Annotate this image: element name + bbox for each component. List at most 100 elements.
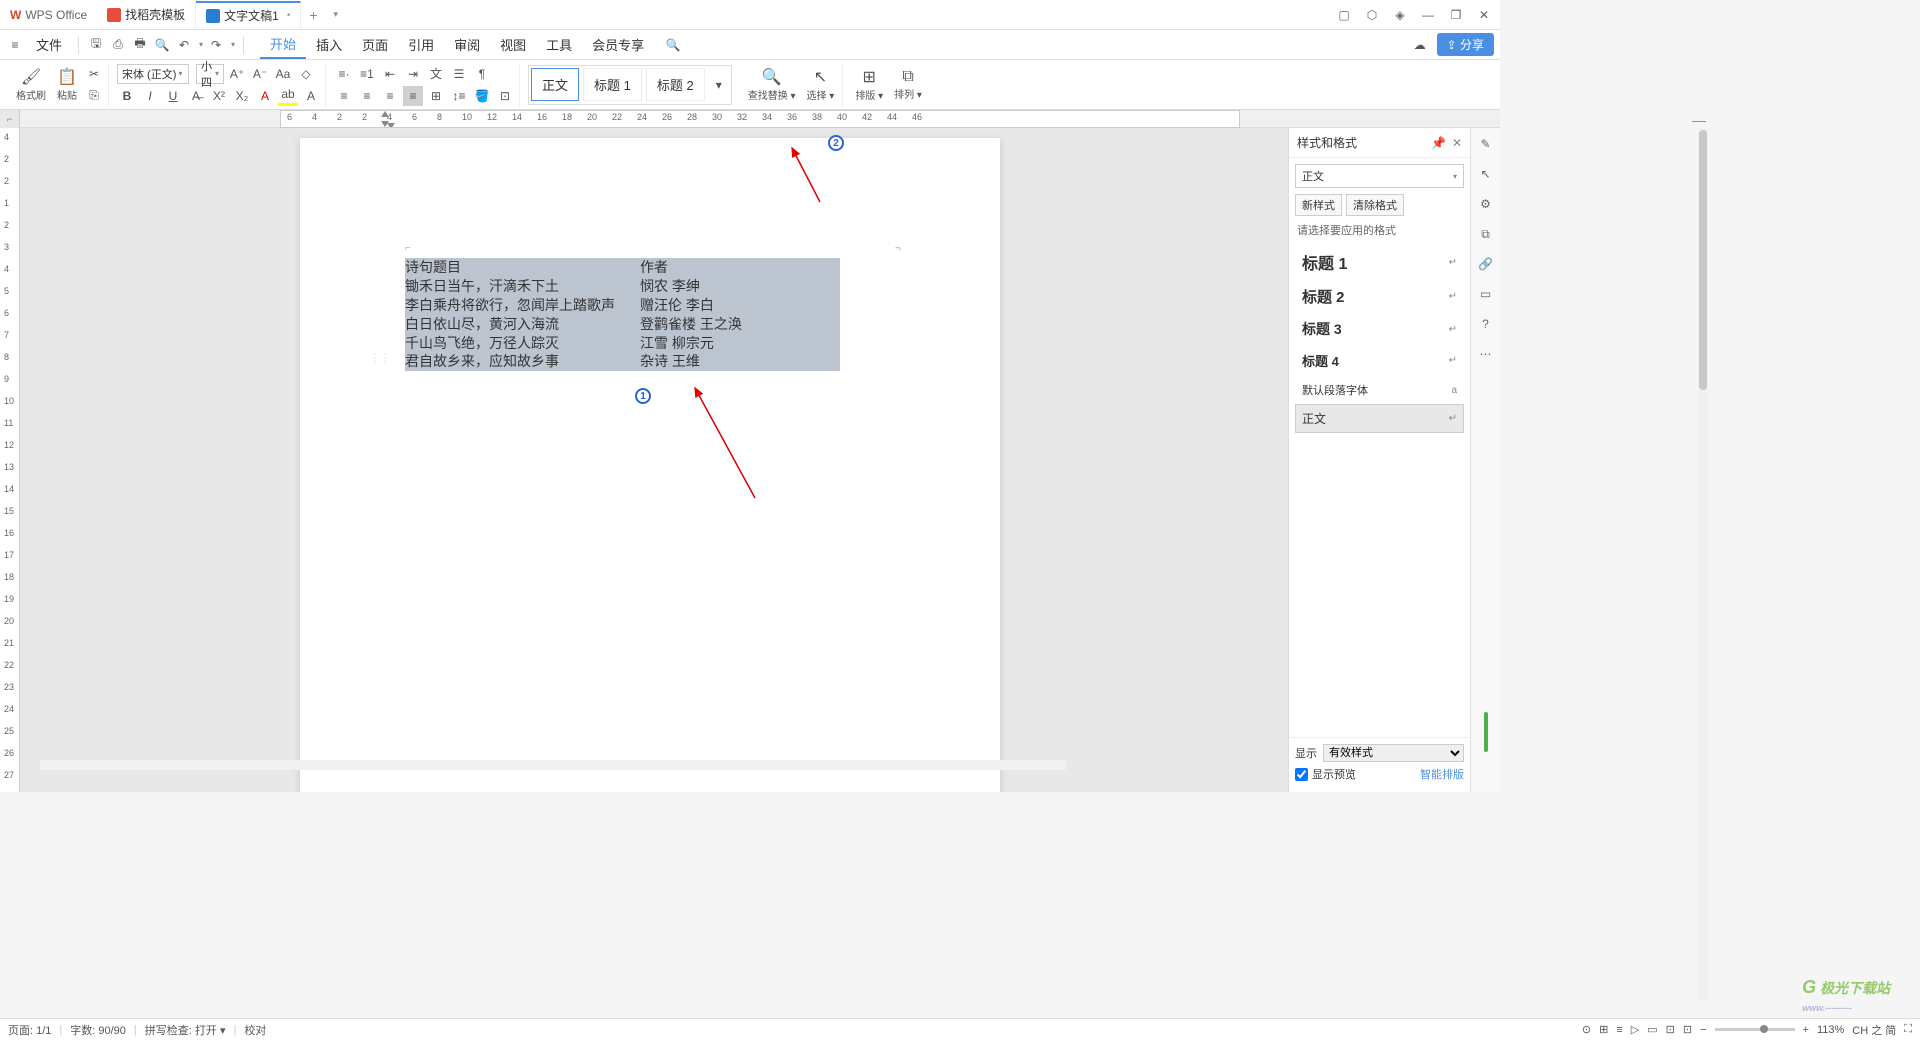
style-list-item[interactable]: 标题 3↵	[1295, 313, 1464, 345]
change-case-icon[interactable]: Aa	[273, 64, 293, 84]
menu-reference[interactable]: 引用	[398, 31, 444, 59]
close-button[interactable]: ✕	[1474, 2, 1494, 28]
document-content[interactable]: 诗句题目作者锄禾日当午，汗滴禾下土悯农 李绅李白乘舟将欲行，忽闻岸上踏歌声赠汪伦…	[405, 258, 840, 371]
book-tool-icon[interactable]: ▭	[1476, 284, 1496, 304]
menu-start[interactable]: 开始	[260, 31, 306, 59]
link-tool-icon[interactable]: 🔗	[1476, 254, 1496, 274]
show-marks-icon[interactable]: ¶	[472, 64, 492, 84]
smart-layout-link[interactable]: 智能排版	[1420, 766, 1464, 782]
text-row[interactable]: 君自故乡来，应知故乡事杂诗 王维	[405, 352, 840, 371]
font-name-select[interactable]: 宋体 (正文)▾	[117, 64, 189, 84]
increase-font-icon[interactable]: A⁺	[227, 64, 247, 84]
style-list-item[interactable]: 标题 2↵	[1295, 280, 1464, 313]
zoom-level[interactable]: 113%	[1817, 1024, 1844, 1036]
tab-document[interactable]: 文字文稿1 •	[196, 1, 301, 29]
cut-icon[interactable]: ✂	[84, 64, 104, 84]
help-tool-icon[interactable]: ?	[1476, 314, 1496, 334]
bullets-icon[interactable]: ≡·	[334, 64, 354, 84]
more-tool-icon[interactable]: ⋯	[1476, 344, 1496, 364]
italic-icon[interactable]: I	[140, 86, 160, 106]
save-icon[interactable]: 🖫	[87, 36, 105, 54]
text-row[interactable]: 锄禾日当午，汗滴禾下土悯农 李绅	[405, 277, 840, 296]
zoom-slider[interactable]	[1715, 1028, 1795, 1031]
redo-dropdown[interactable]: ▾	[231, 40, 235, 49]
hamburger-icon[interactable]: ≡	[6, 36, 24, 54]
print-preview-icon[interactable]: 🔍	[153, 36, 171, 54]
show-filter-select[interactable]: 有效样式	[1323, 744, 1464, 762]
document-area[interactable]: ⌐ ¬ 诗句题目作者锄禾日当午，汗滴禾下土悯农 李绅李白乘舟将欲行，忽闻岸上踏歌…	[20, 128, 1288, 792]
zoom-out-button[interactable]: −	[1700, 1024, 1706, 1036]
style-list-item[interactable]: 正文↵	[1295, 404, 1464, 433]
ime-status[interactable]: CH 之 简	[1852, 1022, 1896, 1038]
status-spell[interactable]: 拼写检查: 打开 ▾	[145, 1022, 226, 1038]
status-icon-2[interactable]: ⊞	[1599, 1023, 1608, 1036]
text-row[interactable]: 李白乘舟将欲行，忽闻岸上踏歌声赠汪伦 李白	[405, 296, 840, 315]
edit-tool-icon[interactable]: ✎	[1476, 134, 1496, 154]
clear-format-button[interactable]: 清除格式	[1346, 194, 1404, 216]
box-icon[interactable]: ⬡	[1362, 8, 1382, 22]
increase-indent-icon[interactable]: ⇥	[403, 64, 423, 84]
menu-page[interactable]: 页面	[352, 31, 398, 59]
horizontal-ruler[interactable]: ⌐ 64224681012141618202224262830323436384…	[0, 110, 1500, 128]
underline-icon[interactable]: U	[163, 86, 183, 106]
bold-icon[interactable]: B	[117, 86, 137, 106]
reading-mode-icon[interactable]: ▢	[1334, 8, 1354, 22]
menu-insert[interactable]: 插入	[306, 31, 352, 59]
style-list-item[interactable]: 默认段落字体a	[1295, 376, 1464, 404]
style-list-item[interactable]: 标题 1↵	[1295, 244, 1464, 280]
status-words[interactable]: 字数: 90/90	[70, 1022, 126, 1038]
subscript-icon[interactable]: X₂	[232, 86, 252, 106]
undo-dropdown[interactable]: ▾	[199, 40, 203, 49]
layout-button[interactable]: ⊞ 排版 ▾	[851, 65, 887, 104]
vertical-ruler[interactable]: 4221234567891011121314151617181920212223…	[0, 128, 20, 792]
text-row[interactable]: 白日依山尽，黄河入海流登鹳雀楼 王之涣	[405, 315, 840, 334]
style-normal[interactable]: 正文	[531, 68, 579, 101]
fill-color-icon[interactable]: 🪣	[472, 86, 492, 106]
status-icon-6[interactable]: ⊡	[1666, 1023, 1675, 1036]
align-center-icon[interactable]: ≡	[357, 86, 377, 106]
new-style-button[interactable]: 新样式	[1295, 194, 1342, 216]
file-menu[interactable]: 文件	[28, 35, 70, 54]
borders-icon[interactable]: ⊡	[495, 86, 515, 106]
font-size-select[interactable]: 小四▾	[196, 64, 224, 84]
current-style-select[interactable]: 正文 ▾	[1295, 164, 1464, 188]
close-panel-icon[interactable]: ✕	[1452, 136, 1462, 150]
sort-icon[interactable]: ☰	[449, 64, 469, 84]
align-left-icon[interactable]: ≡	[334, 86, 354, 106]
scrollbar-thumb[interactable]	[1699, 130, 1707, 390]
text-row[interactable]: 千山鸟飞绝，万径人踪灭江雪 柳宗元	[405, 334, 840, 353]
settings-tool-icon[interactable]: ⚙	[1476, 194, 1496, 214]
strike-icon[interactable]: A̶	[186, 86, 206, 106]
line-spacing-icon[interactable]: ↕≡	[449, 86, 469, 106]
text-direction-icon[interactable]: 文	[426, 64, 446, 84]
find-replace-button[interactable]: 🔍 查找替换 ▾	[744, 65, 800, 104]
status-proof[interactable]: 校对	[244, 1022, 266, 1038]
style-heading2[interactable]: 标题 2	[646, 68, 705, 101]
pin-icon[interactable]: 📌	[1431, 136, 1446, 150]
expand-icon[interactable]: ⛶	[1904, 1023, 1912, 1036]
collapse-panel-button[interactable]: —	[1692, 112, 1706, 128]
paste-button[interactable]: 📋 粘贴	[53, 65, 81, 104]
tab-menu-button[interactable]: ▾	[326, 9, 347, 20]
new-tab-button[interactable]: +	[301, 7, 325, 23]
undo-icon[interactable]: ↶	[175, 36, 193, 54]
copy-icon[interactable]: ⎘	[84, 86, 104, 106]
redo-icon[interactable]: ↷	[207, 36, 225, 54]
distribute-icon[interactable]: ⊞	[426, 86, 446, 106]
arrange-button[interactable]: ⧉ 排列 ▾	[890, 66, 926, 103]
highlight-icon[interactable]: ab	[278, 86, 298, 106]
style-heading1[interactable]: 标题 1	[583, 68, 642, 101]
font-color-icon[interactable]: A	[255, 86, 275, 106]
vertical-scrollbar[interactable]	[1698, 128, 1708, 1000]
decrease-indent-icon[interactable]: ⇤	[380, 64, 400, 84]
status-icon-1[interactable]: ⊙	[1582, 1023, 1591, 1036]
status-icon-3[interactable]: ≡	[1616, 1024, 1622, 1036]
tab-templates[interactable]: 找稻壳模板	[97, 1, 196, 29]
style-gallery-more[interactable]: ▾	[709, 75, 729, 95]
select-tool-icon[interactable]: ↖	[1476, 164, 1496, 184]
print-icon[interactable]: 🖶	[131, 36, 149, 54]
show-preview-checkbox[interactable]	[1295, 768, 1308, 781]
drag-handle-icon[interactable]: ⋮⋮	[370, 353, 390, 364]
status-page[interactable]: 页面: 1/1	[8, 1022, 51, 1038]
menu-tools[interactable]: 工具	[536, 31, 582, 59]
